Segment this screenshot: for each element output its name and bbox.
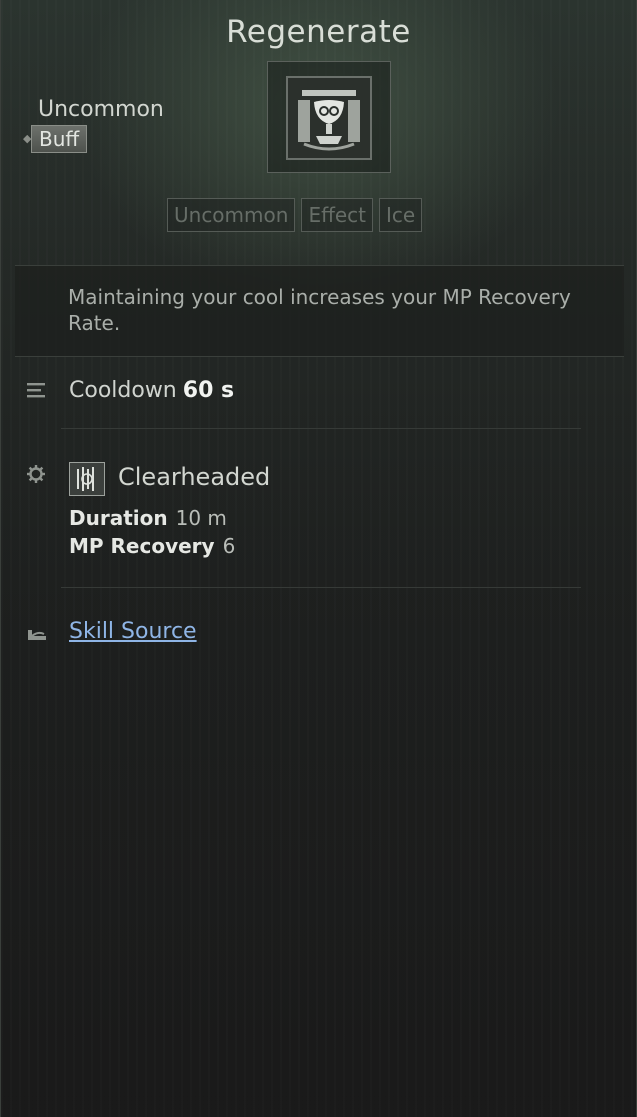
skill-source-link[interactable]: Skill Source xyxy=(69,619,197,644)
cooldown-label: Cooldown xyxy=(69,378,177,403)
chalice-emblem-icon xyxy=(286,76,372,160)
stat-mp-recovery: MP Recovery 6 xyxy=(69,534,235,558)
skill-tags: Uncommon Effect Ice xyxy=(167,198,423,232)
tag-category: Effect xyxy=(301,198,373,232)
cooldown-row: Cooldown 60 s xyxy=(69,378,234,403)
skill-title: Regenerate xyxy=(226,14,411,50)
stat-duration: Duration 10 m xyxy=(69,506,227,530)
skill-tooltip-panel: Regenerate Uncommon Buff Uncommon Effect… xyxy=(0,0,637,1117)
stat-label: Duration xyxy=(69,506,168,530)
type-badge: Buff xyxy=(23,125,88,153)
stat-value: 6 xyxy=(222,534,236,558)
gear-icon xyxy=(26,464,46,489)
stat-value: 10 m xyxy=(175,506,227,530)
list-icon xyxy=(26,380,46,405)
clearheaded-effect-icon xyxy=(69,462,105,496)
skill-description: Maintaining your cool increases your MP … xyxy=(68,285,571,335)
tag-element: Ice xyxy=(379,198,423,232)
cooldown-value: 60 s xyxy=(182,378,235,403)
effect-name: Clearheaded xyxy=(118,463,271,491)
skill-icon-frame xyxy=(267,61,391,173)
hand-icon xyxy=(26,624,48,647)
divider xyxy=(61,587,581,588)
tag-rarity: Uncommon xyxy=(167,198,296,232)
divider xyxy=(61,428,581,429)
rarity-label: Uncommon xyxy=(38,97,164,122)
description-box: Maintaining your cool increases your MP … xyxy=(15,265,624,357)
stat-label: MP Recovery xyxy=(69,534,215,558)
